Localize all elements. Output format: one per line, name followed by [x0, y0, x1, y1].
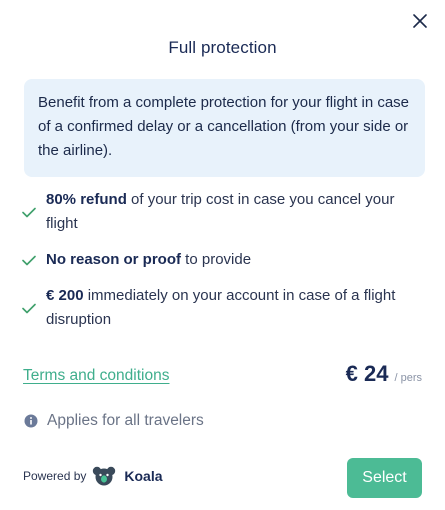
description-box: Benefit from a complete protection for y… [24, 79, 425, 177]
modal-title: Full protection [168, 38, 277, 57]
check-icon [22, 207, 46, 218]
feature-highlight: 80% refund [46, 191, 127, 208]
feature-item: No reason or proof to provide [22, 248, 422, 272]
terms-link[interactable]: Terms and conditions [23, 367, 169, 385]
feature-item: € 200 immediately on your account in cas… [22, 284, 422, 332]
price-unit: / pers [394, 372, 422, 384]
feature-item: 80% refund of your trip cost in case you… [22, 188, 422, 236]
description-text: Benefit from a complete protection for y… [38, 94, 410, 159]
feature-detail: to provide [181, 251, 252, 268]
price-amount: € 24 [345, 361, 389, 386]
feature-detail: immediately on your account in case of a… [46, 287, 396, 328]
feature-highlight: € 200 [46, 287, 84, 304]
protection-modal: Full protection Benefit from a complete … [0, 0, 445, 510]
powered-by: Powered by Koala [23, 464, 163, 488]
applies-text: Applies for all travelers [47, 412, 204, 429]
info-icon [24, 414, 38, 428]
applies-note: Applies for all travelers [24, 412, 204, 430]
price: € 24 / pers [346, 361, 422, 387]
feature-text: € 200 immediately on your account in cas… [46, 284, 422, 332]
feature-highlight: No reason or proof [46, 251, 182, 268]
koala-logo-icon [93, 466, 116, 486]
close-button[interactable] [407, 8, 433, 34]
check-icon [22, 303, 46, 314]
feature-text: 80% refund of your trip cost in case you… [46, 188, 422, 236]
powered-by-label: Powered by [23, 469, 87, 483]
powered-by-brand: Koala [124, 468, 163, 484]
select-button[interactable]: Select [347, 458, 422, 498]
feature-text: No reason or proof to provide [46, 248, 251, 272]
feature-list: 80% refund of your trip cost in case you… [22, 188, 422, 344]
close-icon [413, 14, 427, 28]
check-icon [22, 255, 46, 266]
